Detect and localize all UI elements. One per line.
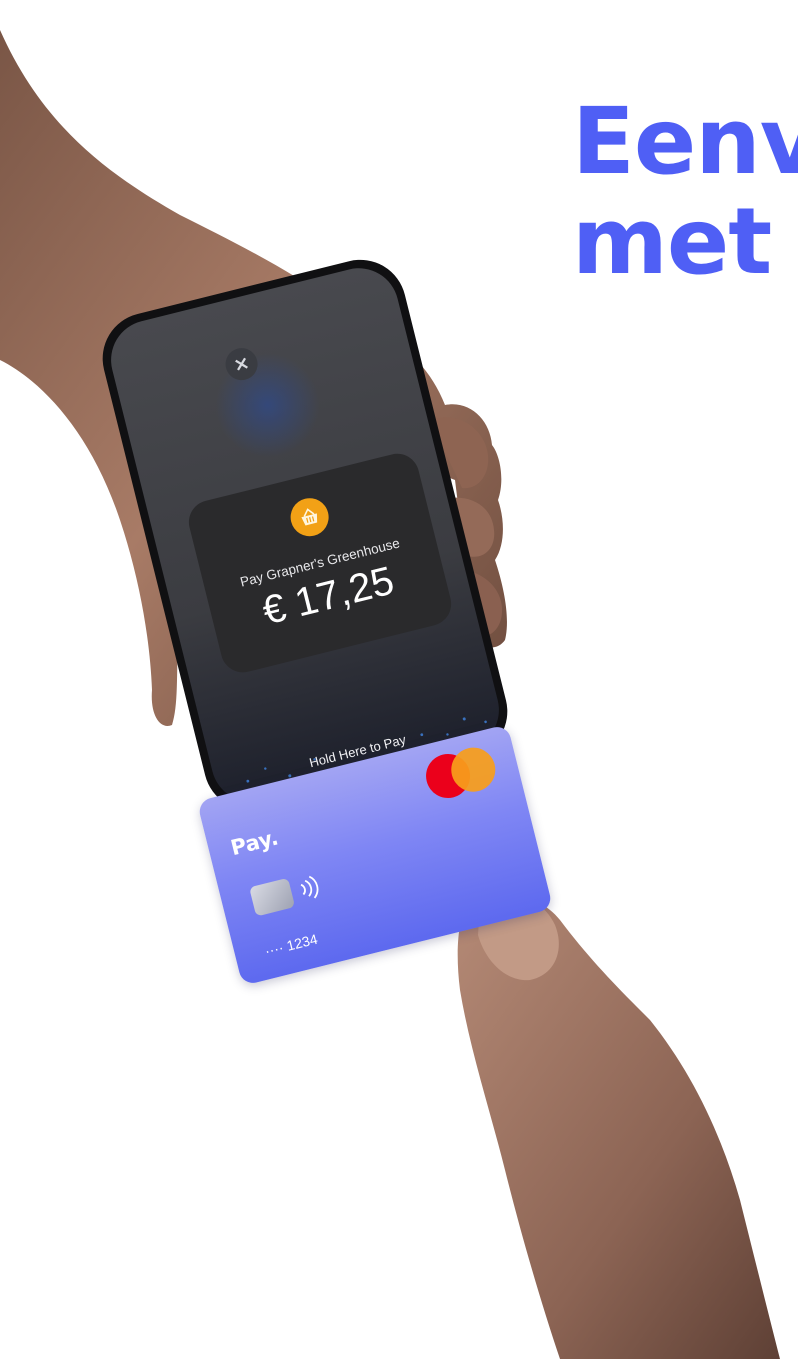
contactless-icon: [300, 875, 319, 899]
card-brand: Pay.: [228, 825, 281, 861]
mastercard-logo: [421, 743, 500, 803]
chip-icon: [249, 877, 296, 917]
payment-panel: Pay Grapner's Greenhouse € 17,25: [184, 449, 456, 677]
lower-hand: [457, 892, 780, 1359]
basket-icon: [286, 494, 333, 541]
close-button[interactable]: ×: [222, 344, 261, 384]
close-icon: ×: [231, 351, 252, 377]
card-number: ···· 1234: [263, 930, 320, 960]
